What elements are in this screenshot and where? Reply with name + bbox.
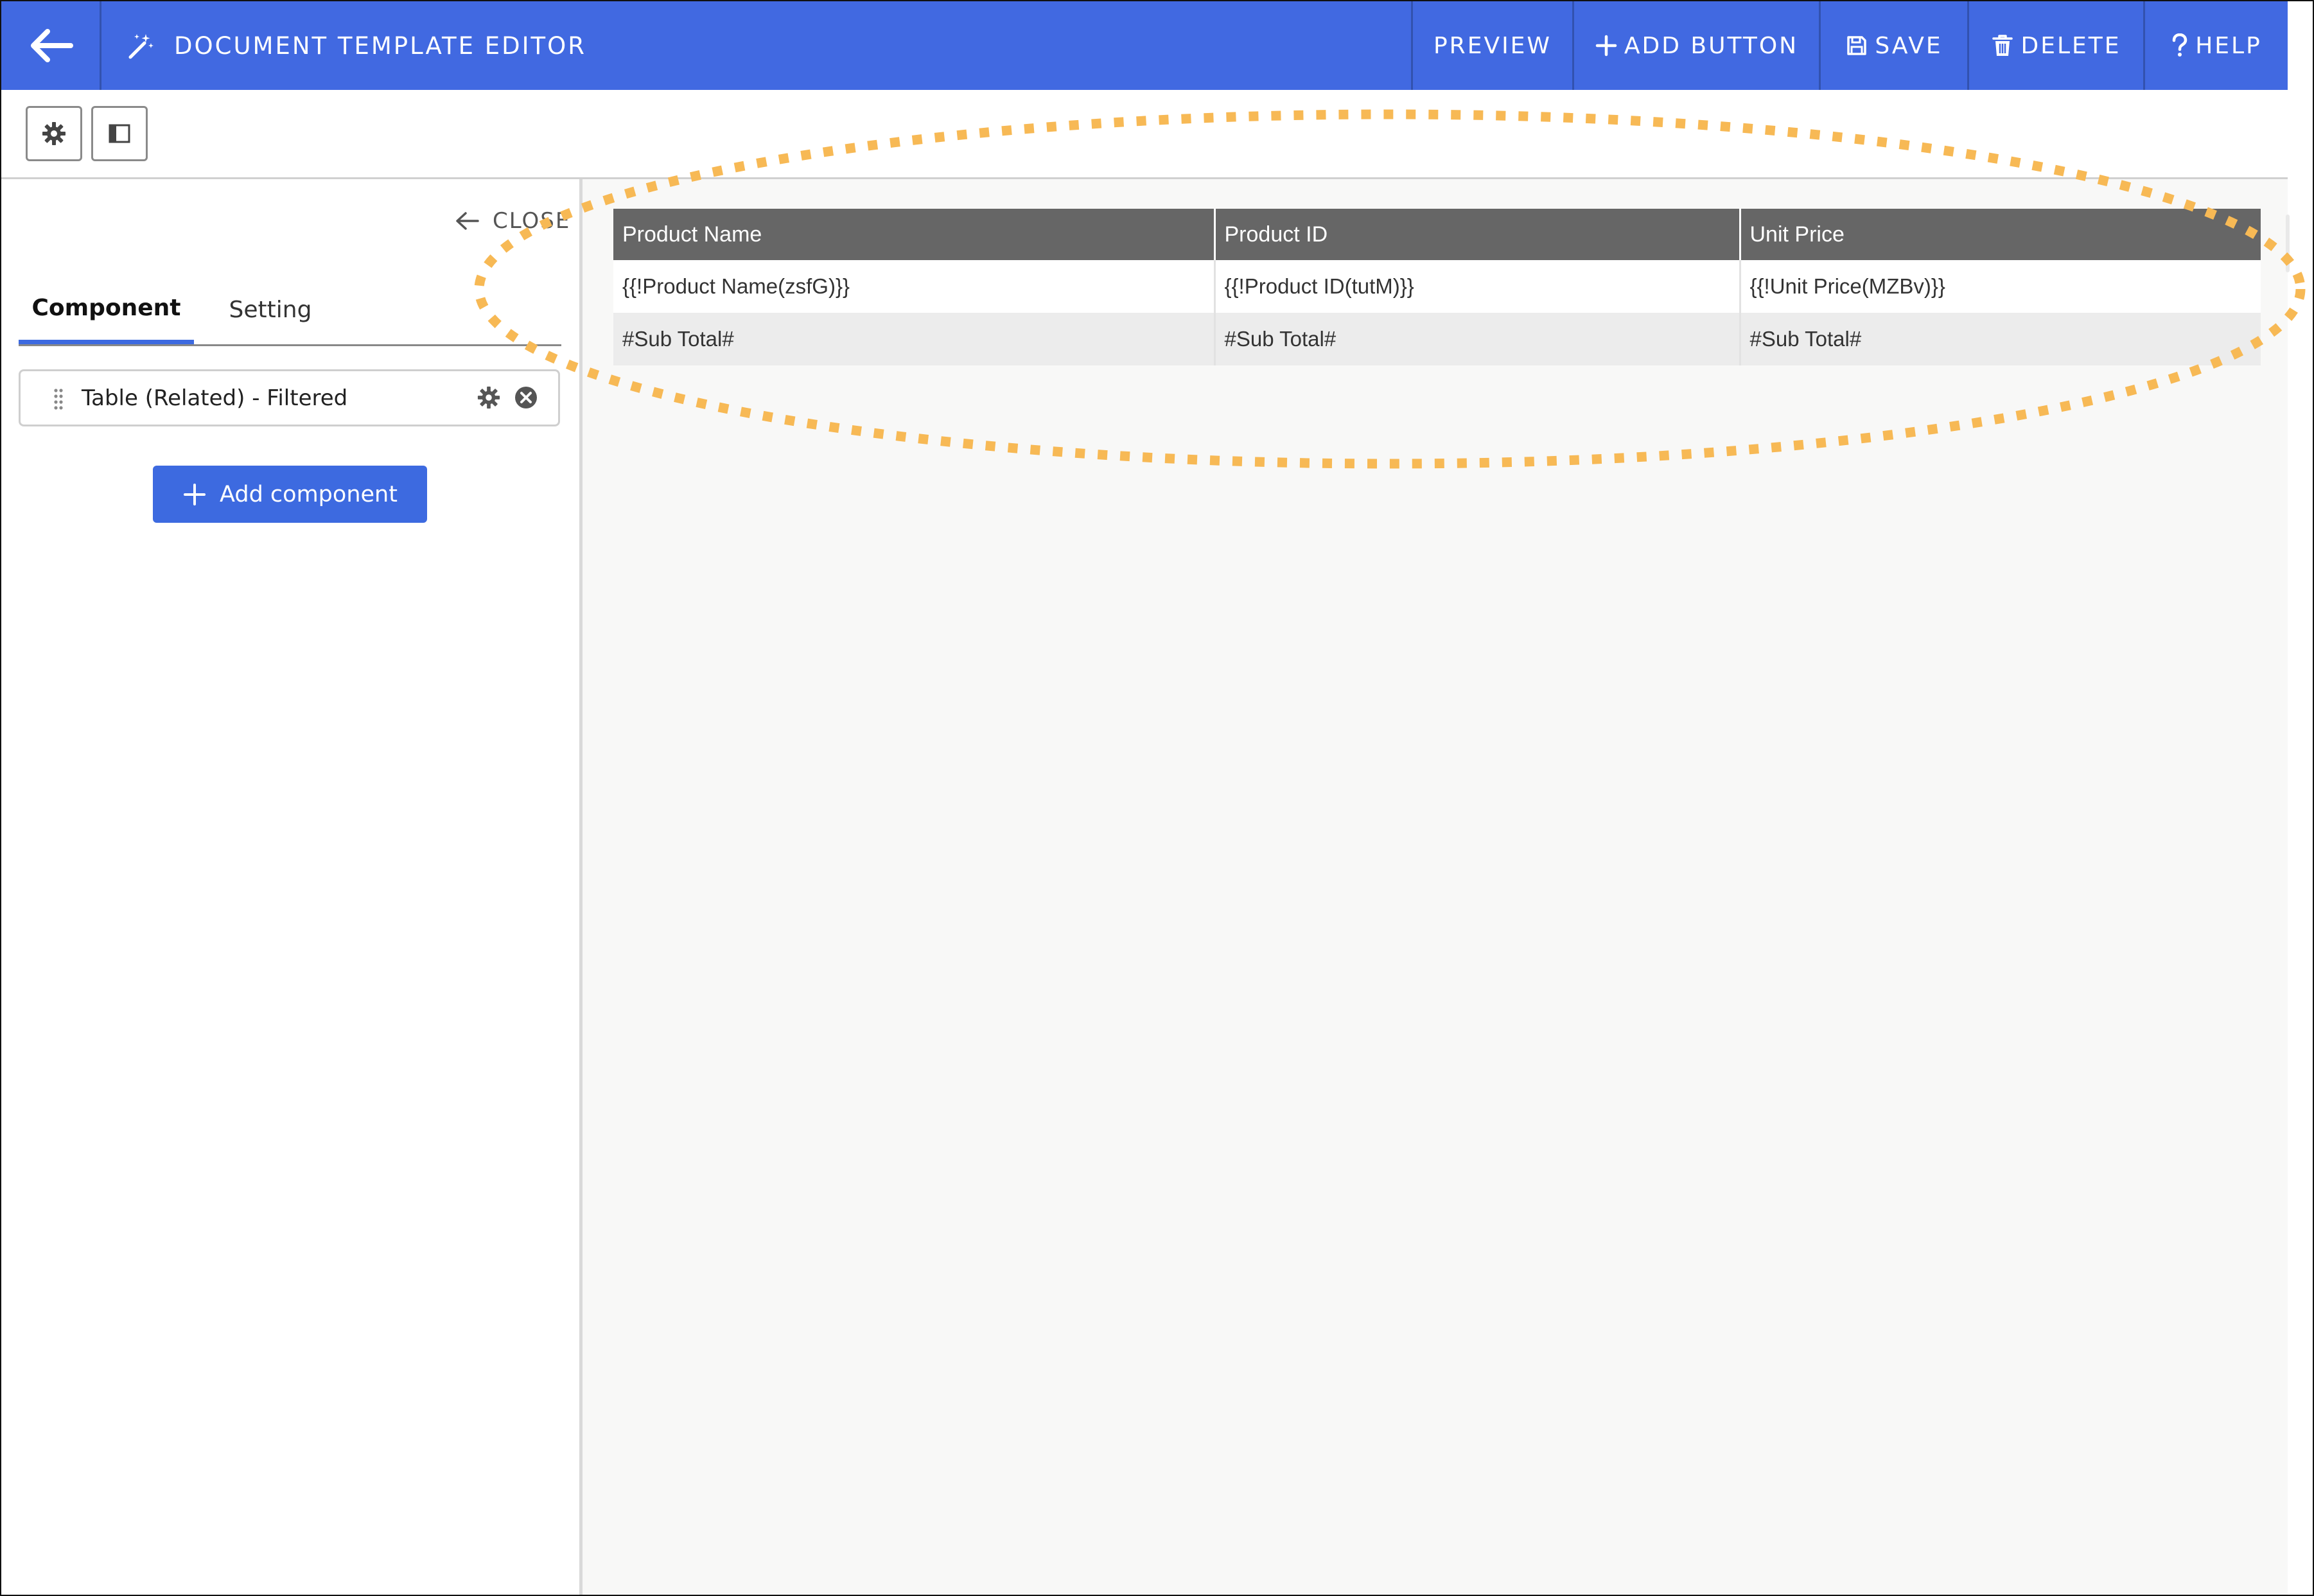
- help-button-label: HELP: [2195, 32, 2262, 59]
- help-button[interactable]: HELP: [2143, 1, 2288, 90]
- page-title-group: DOCUMENT TEMPLATE EDITOR: [127, 1, 586, 90]
- add-component-label: Add component: [220, 481, 398, 507]
- remove-component-icon[interactable]: [514, 385, 538, 410]
- sidebar-panel-icon: [109, 124, 130, 143]
- table-cell[interactable]: #Sub Total#: [1740, 313, 2261, 365]
- table-cell[interactable]: #Sub Total#: [613, 313, 1216, 365]
- component-list-item[interactable]: Table (Related) - Filtered: [19, 369, 560, 426]
- editor-toolbar: [1, 90, 2288, 179]
- add-button-label: ADD BUTTON: [1624, 32, 1799, 59]
- close-sidebar-link[interactable]: CLOSE: [454, 208, 570, 234]
- component-sidebar: CLOSE Component Setting Table (Related) …: [1, 179, 583, 1595]
- table-row: #Sub Total# #Sub Total# #Sub Total#: [613, 313, 2261, 365]
- drag-handle-icon[interactable]: [53, 387, 64, 410]
- table-header-row: Product Name Product ID Unit Price: [613, 209, 2261, 260]
- table-cell[interactable]: #Sub Total#: [1214, 313, 1741, 365]
- delete-button[interactable]: DELETE: [1967, 1, 2143, 90]
- preview-button[interactable]: PREVIEW: [1411, 1, 1572, 90]
- add-component-button[interactable]: Add component: [153, 466, 427, 523]
- arrow-left-icon: [30, 29, 73, 62]
- template-canvas: Product Name Product ID Unit Price {{!Pr…: [583, 179, 2290, 1595]
- component-item-label: Table (Related) - Filtered: [82, 385, 348, 411]
- table-cell[interactable]: {{!Product ID(tutM)}}: [1214, 260, 1741, 313]
- panel-toggle-button[interactable]: [91, 106, 148, 161]
- gear-icon: [42, 122, 66, 145]
- close-sidebar-label: CLOSE: [493, 208, 571, 234]
- table-cell[interactable]: {{!Unit Price(MZBv)}}: [1740, 260, 2261, 313]
- tab-setting[interactable]: Setting: [200, 276, 341, 344]
- tab-component-label: Component: [31, 294, 181, 321]
- app-frame: DOCUMENT TEMPLATE EDITOR PREVIEW ADD BUT…: [0, 0, 2314, 1596]
- arrow-left-icon: [456, 212, 479, 230]
- question-mark-icon: [2172, 33, 2187, 57]
- save-button-label: SAVE: [1875, 32, 1943, 59]
- canvas-scrollbar[interactable]: [2286, 215, 2290, 272]
- column-header-unit-price: Unit Price: [1740, 209, 2261, 260]
- table-row: {{!Product Name(zsfG)}} {{!Product ID(tu…: [613, 260, 2261, 313]
- trash-icon: [1992, 35, 2013, 56]
- column-header-product-name: Product Name: [613, 209, 1216, 260]
- add-button-button[interactable]: ADD BUTTON: [1572, 1, 1819, 90]
- floppy-disk-icon: [1847, 36, 1867, 55]
- top-header-bar: DOCUMENT TEMPLATE EDITOR PREVIEW ADD BUT…: [1, 1, 2288, 90]
- tab-component[interactable]: Component: [19, 276, 194, 344]
- column-header-product-id: Product ID: [1214, 209, 1741, 260]
- product-table[interactable]: Product Name Product ID Unit Price {{!Pr…: [613, 209, 2261, 365]
- settings-toggle-button[interactable]: [26, 106, 82, 161]
- delete-button-label: DELETE: [2020, 32, 2121, 59]
- tab-setting-label: Setting: [229, 297, 312, 323]
- plus-icon: [184, 483, 206, 505]
- page-title: DOCUMENT TEMPLATE EDITOR: [174, 31, 586, 60]
- preview-button-label: PREVIEW: [1433, 32, 1552, 59]
- magic-wand-icon: [128, 34, 153, 59]
- component-settings-icon[interactable]: [477, 385, 501, 410]
- back-button[interactable]: [1, 1, 101, 90]
- plus-icon: [1595, 35, 1617, 57]
- save-button[interactable]: SAVE: [1819, 1, 1967, 90]
- table-cell[interactable]: {{!Product Name(zsfG)}}: [613, 260, 1216, 313]
- sidebar-tabs: Component Setting: [19, 276, 561, 346]
